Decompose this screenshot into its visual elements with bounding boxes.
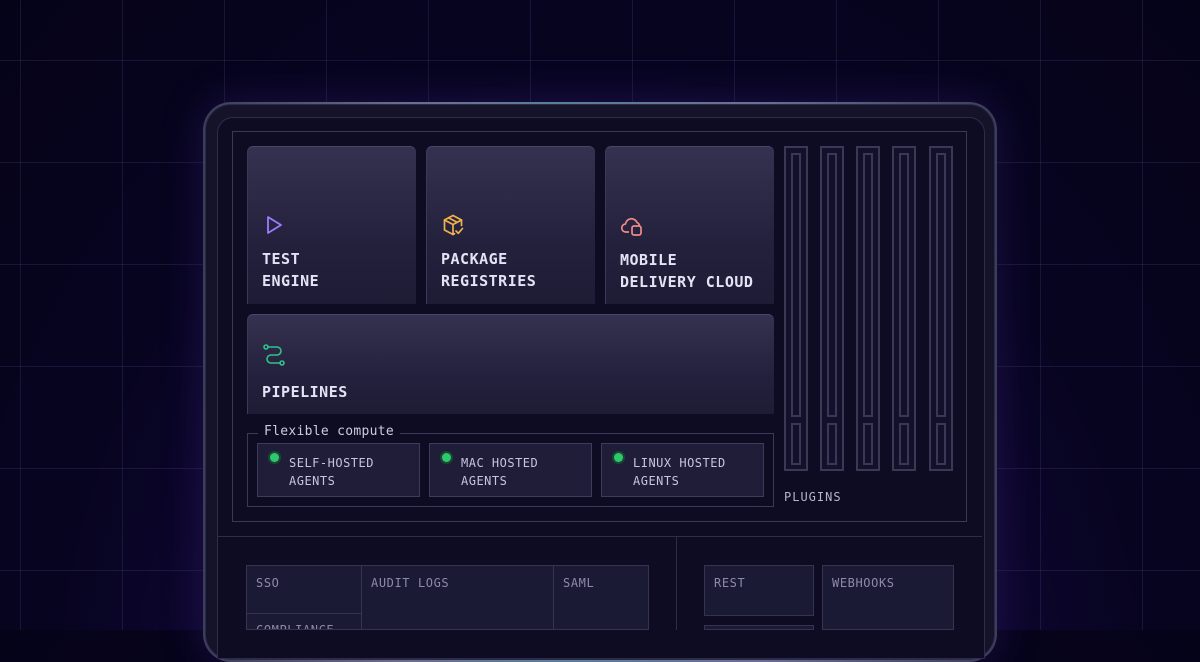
- plugin-slot-track: [936, 423, 946, 465]
- cloud-icon: [620, 217, 642, 236]
- pipelines-label: PIPELINES: [262, 383, 348, 401]
- plugin-slot-track: [791, 153, 801, 417]
- plugin-slot-track: [791, 423, 801, 465]
- plugin-slot-track: [863, 423, 873, 465]
- api-cell-rest[interactable]: REST: [704, 565, 814, 616]
- product-card-mobile-delivery-cloud[interactable]: MOBILE DELIVERY CLOUD: [605, 146, 774, 304]
- product-card-package-registries[interactable]: PACKAGE REGISTRIES: [426, 146, 595, 304]
- plugin-slot-3[interactable]: [856, 146, 880, 471]
- security-cell-saml[interactable]: SAML: [553, 565, 649, 630]
- plugin-slot-track: [863, 153, 873, 417]
- agent-label: SELF-HOSTED AGENTS: [289, 456, 374, 488]
- test-engine-label: TEST ENGINE: [262, 250, 320, 290]
- package-check-icon: [443, 214, 464, 236]
- agent-mac-hosted[interactable]: MAC HOSTED AGENTS: [429, 443, 592, 497]
- api-cell-webhooks[interactable]: WEBHOOKS: [822, 565, 954, 630]
- product-card-pipelines[interactable]: PIPELINES: [247, 314, 774, 414]
- flexible-compute-title: Flexible compute: [258, 424, 401, 439]
- plugin-slot-track: [899, 423, 909, 465]
- plugin-slot-2[interactable]: [820, 146, 844, 471]
- security-cell-compliance[interactable]: COMPLIANCE: [246, 613, 362, 630]
- api-cell-more[interactable]: [704, 625, 814, 630]
- agent-label: MAC HOSTED AGENTS: [461, 456, 539, 488]
- status-dot-icon: [270, 453, 279, 462]
- security-cell-audit-logs[interactable]: AUDIT LOGS: [361, 565, 554, 630]
- plugins-label: PLUGINS: [784, 490, 842, 504]
- status-dot-icon: [614, 453, 623, 462]
- agent-label: LINUX HOSTED AGENTS: [633, 456, 726, 488]
- pipeline-icon: [263, 344, 285, 366]
- plugin-slot-track: [899, 153, 909, 417]
- plugin-slot-5[interactable]: [929, 146, 953, 471]
- security-cell-sso[interactable]: SSO: [246, 565, 362, 614]
- plugin-slot-track: [936, 153, 946, 417]
- status-dot-icon: [442, 453, 451, 462]
- plugin-slot-track: [827, 153, 837, 417]
- product-card-test-engine[interactable]: TEST ENGINE: [247, 146, 416, 304]
- plugin-slot-track: [827, 423, 837, 465]
- plugin-slot-4[interactable]: [892, 146, 916, 471]
- section-divider: [676, 537, 677, 630]
- plugin-slot-1[interactable]: [784, 146, 808, 471]
- section-divider: [218, 536, 982, 537]
- package-registries-label: PACKAGE REGISTRIES: [441, 250, 537, 290]
- play-icon: [267, 216, 282, 234]
- agent-linux-hosted[interactable]: LINUX HOSTED AGENTS: [601, 443, 764, 497]
- agent-self-hosted[interactable]: SELF-HOSTED AGENTS: [257, 443, 420, 497]
- mobile-delivery-cloud-label: MOBILE DELIVERY CLOUD: [620, 251, 754, 291]
